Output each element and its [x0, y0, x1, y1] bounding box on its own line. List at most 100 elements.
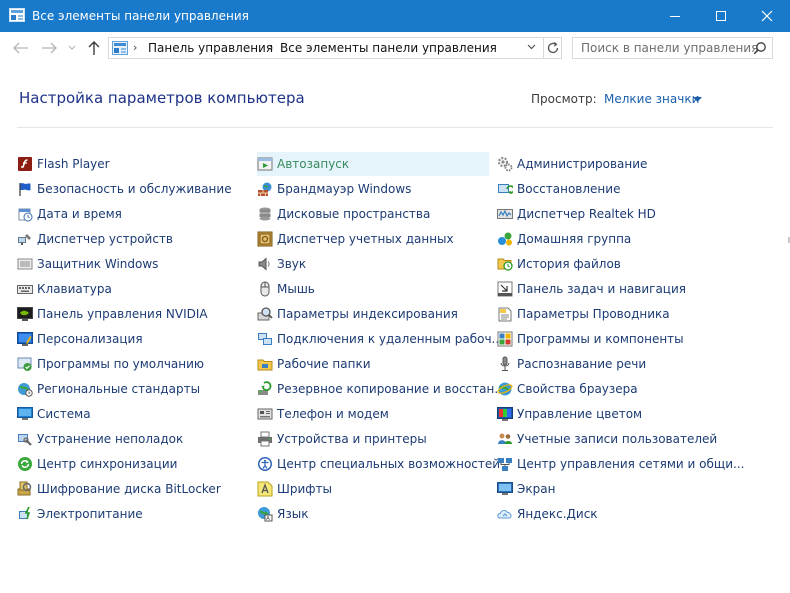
- cp-item-label: Защитник Windows: [37, 257, 159, 271]
- view-by-dropdown[interactable]: Мелкие значки: [604, 92, 699, 106]
- maximize-icon: [716, 11, 726, 21]
- breadcrumb-control-panel[interactable]: Панель управления: [148, 41, 273, 56]
- cp-item[interactable]: Защитник Windows: [17, 252, 247, 276]
- flag-icon: [19, 183, 31, 196]
- credential-vault-icon: [257, 231, 273, 247]
- refresh-icon[interactable]: [545, 40, 561, 56]
- recent-locations-chevron-icon[interactable]: [68, 45, 76, 51]
- cp-item[interactable]: История файлов: [497, 252, 723, 276]
- realtek-icon: [497, 209, 513, 219]
- address-divider: [543, 38, 544, 58]
- cp-item[interactable]: Устранение неполадок: [17, 427, 247, 451]
- cp-item[interactable]: Диспетчер Realtek HD: [497, 202, 723, 226]
- cp-item-label: Персонализация: [37, 332, 143, 346]
- minimize-button[interactable]: [652, 0, 698, 32]
- breadcrumb-separator[interactable]: ›: [133, 41, 137, 54]
- view-by-chevron-icon[interactable]: [693, 97, 702, 102]
- cp-item[interactable]: Персонализация: [17, 327, 247, 351]
- cp-item[interactable]: Распознавание речи: [497, 352, 723, 376]
- close-button[interactable]: [744, 0, 790, 32]
- cp-item-label: Свойства браузера: [517, 382, 638, 396]
- breadcrumb-all-items[interactable]: Все элементы панели управления: [280, 41, 497, 56]
- cp-item[interactable]: Восстановление: [497, 177, 723, 201]
- cp-item[interactable]: Рабочие папки: [257, 352, 489, 376]
- accessibility-icon: [258, 457, 272, 471]
- yandex-disk-icon: [497, 510, 512, 519]
- search-box[interactable]: Поиск в панели управления: [572, 37, 773, 59]
- cp-item[interactable]: A Язык: [257, 502, 489, 526]
- cp-item-label: Панель задач и навигация: [517, 282, 686, 296]
- cp-item[interactable]: Дисковые пространства: [257, 202, 489, 226]
- address-history-chevron-icon[interactable]: [527, 44, 536, 50]
- cp-item-label: Устранение неполадок: [37, 432, 184, 446]
- cp-item-label: Мышь: [277, 282, 315, 296]
- cp-item[interactable]: Панель задач и навигация: [497, 277, 723, 301]
- cp-item-label: Региональные стандарты: [37, 382, 201, 396]
- cp-item[interactable]: Центр специальных возможностей: [257, 452, 500, 476]
- cp-item-label: Дисковые пространства: [277, 207, 431, 221]
- cp-item[interactable]: Домашняя группа: [497, 227, 723, 251]
- cp-item[interactable]: Шрифты: [257, 477, 489, 501]
- cp-item[interactable]: Электропитание: [17, 502, 247, 526]
- cp-item[interactable]: Flash Player: [17, 152, 247, 176]
- indexing-icon: [257, 307, 273, 321]
- cp-item[interactable]: Управление цветом: [497, 402, 723, 426]
- cp-item[interactable]: Диспетчер устройств: [17, 227, 247, 251]
- up-arrow-icon[interactable]: [88, 41, 100, 56]
- header-divider: [17, 127, 773, 128]
- cp-item[interactable]: Администрирование: [497, 152, 723, 176]
- title-bar[interactable]: Все элементы панели управления: [0, 0, 790, 32]
- cp-item[interactable]: Шифрование диска BitLocker: [17, 477, 247, 501]
- cp-item[interactable]: Мышь: [257, 277, 489, 301]
- breadcrumb-separator[interactable]: ›: [269, 41, 273, 54]
- firewall-icon: [258, 182, 272, 196]
- cp-item-label: Панель управления NVIDIA: [37, 307, 208, 321]
- cp-item[interactable]: Брандмауэр Windows: [257, 177, 489, 201]
- minimize-icon: [670, 16, 680, 17]
- cp-item[interactable]: Устройства и принтеры: [257, 427, 489, 451]
- cp-item[interactable]: Звук: [257, 252, 489, 276]
- cp-item[interactable]: Панель управления NVIDIA: [17, 302, 247, 326]
- address-bar[interactable]: › Панель управления › Все элементы панел…: [108, 37, 562, 59]
- cp-item-label: Дата и время: [37, 207, 122, 221]
- globe-clock-icon: [18, 383, 33, 397]
- cp-item-label: Домашняя группа: [517, 232, 632, 246]
- cp-item[interactable]: Свойства браузера: [497, 377, 723, 401]
- cp-item[interactable]: Параметры индексирования: [257, 302, 489, 326]
- power-icon: [19, 506, 31, 520]
- cp-item[interactable]: Яндекс.Диск: [497, 502, 723, 526]
- sync-icon: [18, 457, 32, 471]
- cp-item[interactable]: Резервное копирование и восстан...: [257, 377, 506, 401]
- defender-icon: [17, 258, 33, 270]
- cp-item[interactable]: Клавиатура: [17, 277, 247, 301]
- close-icon: [761, 10, 773, 22]
- forward-arrow-icon[interactable]: [41, 42, 57, 54]
- cp-item[interactable]: Учетные записи пользователей: [497, 427, 723, 451]
- cp-item-label: Центр синхронизации: [37, 457, 178, 471]
- cp-item[interactable]: Подключения к удаленным рабоч...: [257, 327, 503, 351]
- search-icon[interactable]: [753, 41, 767, 55]
- cp-item[interactable]: Программы по умолчанию: [17, 352, 247, 376]
- window-title: Все элементы панели управления: [32, 9, 249, 23]
- cp-item[interactable]: Центр синхронизации: [17, 452, 247, 476]
- search-input[interactable]: Поиск в панели управления: [581, 41, 758, 55]
- cp-item[interactable]: Центр управления сетями и общи...: [497, 452, 744, 476]
- cp-item-label: Автозапуск: [277, 157, 350, 171]
- cp-item-label: Резервное копирование и восстан...: [277, 382, 506, 396]
- clock-icon: [18, 208, 33, 222]
- storage-spaces-icon: [259, 207, 271, 221]
- cp-item[interactable]: Диспетчер учетных данных: [257, 227, 489, 251]
- cp-item[interactable]: Параметры Проводника: [497, 302, 723, 326]
- maximize-button[interactable]: [698, 0, 744, 32]
- cp-item[interactable]: Автозапуск: [257, 152, 489, 176]
- cp-item[interactable]: Программы и компоненты: [497, 327, 723, 351]
- cp-item[interactable]: Дата и время: [17, 202, 247, 226]
- cp-item[interactable]: Безопасность и обслуживание: [17, 177, 247, 201]
- back-arrow-icon[interactable]: [13, 42, 29, 54]
- cp-item[interactable]: Региональные стандарты: [17, 377, 247, 401]
- cp-item[interactable]: Экран: [497, 477, 723, 501]
- cp-item[interactable]: Телефон и модем: [257, 402, 489, 426]
- autoplay-icon: [257, 157, 273, 171]
- cp-item-label: Параметры Проводника: [517, 307, 670, 321]
- cp-item[interactable]: Система: [17, 402, 247, 426]
